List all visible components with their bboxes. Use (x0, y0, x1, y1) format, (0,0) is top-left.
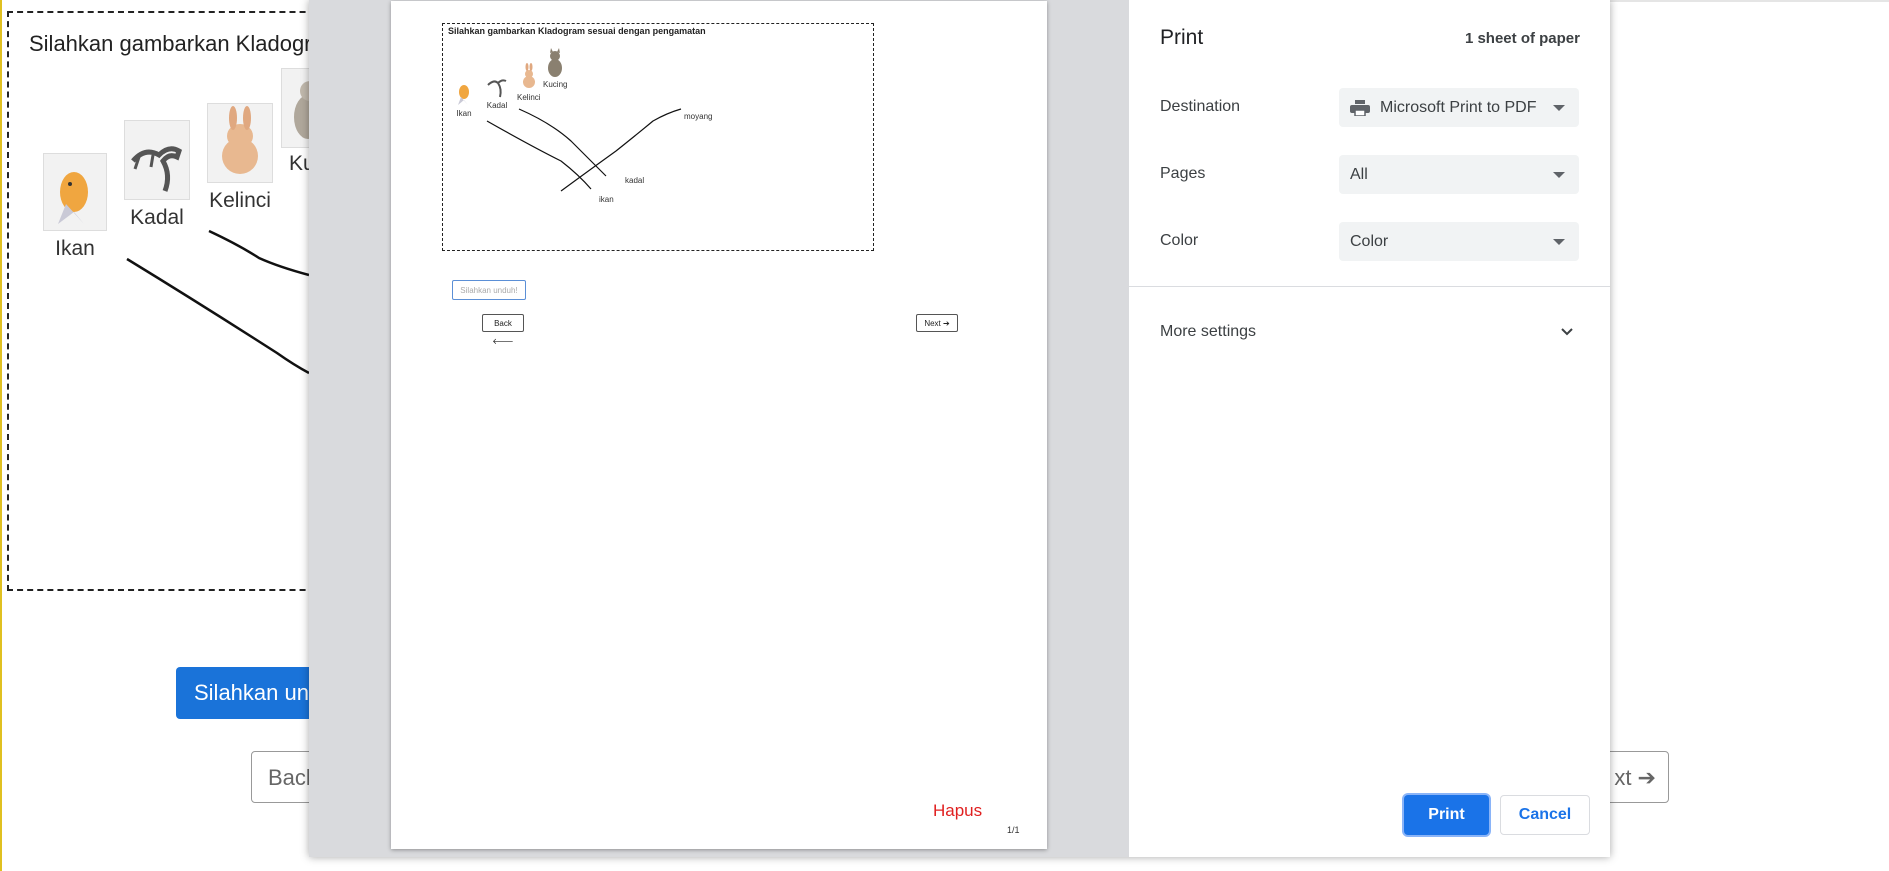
drawn-label-kadal: kadal (625, 176, 645, 185)
drawn-label-ikan: ikan (599, 195, 614, 204)
chevron-down-icon[interactable] (1560, 325, 1574, 339)
preview-sheet: Silahkan gambarkan Kladogram sesuai deng… (391, 1, 1047, 849)
color-value: Color (1350, 233, 1389, 250)
pages-select[interactable]: All (1339, 155, 1579, 194)
print-dialog: Silahkan gambarkan Kladogram sesuai deng… (309, 0, 1610, 857)
drawn-label-moyang: moyang (684, 112, 713, 121)
print-button[interactable]: Print (1404, 795, 1489, 835)
color-label: Color (1160, 232, 1199, 249)
pages-label: Pages (1160, 165, 1206, 182)
sheet-count: 1 sheet of paper (1464, 30, 1580, 47)
window-edge (0, 0, 2, 871)
preview-strokes (486, 108, 682, 192)
preview-upload-button: Silahkan unduh! (452, 280, 526, 300)
settings-divider (1129, 286, 1610, 287)
print-preview-area[interactable]: Silahkan gambarkan Kladogram sesuai deng… (309, 0, 1129, 857)
preview-back-button: Back 🡐 (482, 314, 524, 346)
destination-select[interactable]: Microsoft Print to PDF (1339, 88, 1579, 127)
destination-value: Microsoft Print to PDF (1380, 99, 1537, 116)
top-divider (1610, 0, 1889, 2)
print-settings-panel: Print 1 sheet of paper Destination Micro… (1129, 0, 1610, 857)
dropdown-arrow-icon (1553, 172, 1565, 178)
cancel-button[interactable]: Cancel (1500, 795, 1590, 835)
preview-page-number: 1/1 (1007, 825, 1020, 835)
dropdown-arrow-icon (1553, 239, 1565, 245)
color-select[interactable]: Color (1339, 222, 1579, 261)
destination-label: Destination (1160, 98, 1241, 115)
preview-next-button: Next ➔ (916, 314, 958, 332)
preview-hapus-text: Hapus (933, 801, 983, 820)
pages-value: All (1350, 166, 1368, 183)
printer-icon (1350, 99, 1370, 116)
dropdown-arrow-icon (1553, 105, 1565, 111)
dialog-title: Print (1160, 26, 1204, 49)
more-settings-toggle[interactable]: More settings (1160, 323, 1256, 341)
